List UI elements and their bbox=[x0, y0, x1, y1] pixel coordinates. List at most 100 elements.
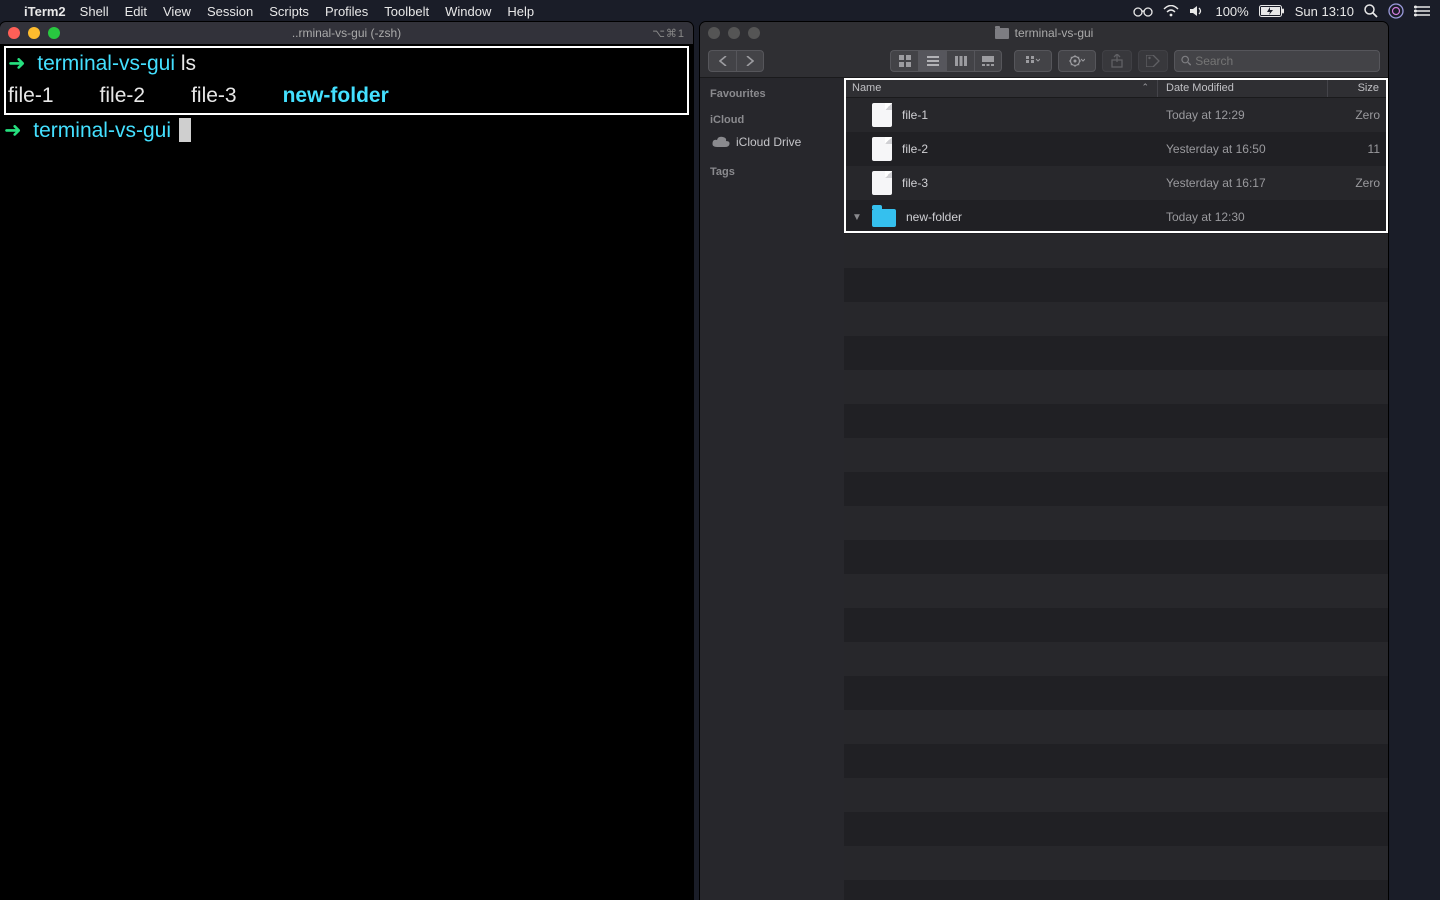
highlighted-output: ➜ terminal-vs-gui ls file-1 file-2 file-3 n… bbox=[4, 46, 689, 115]
ls-item: file-3 bbox=[191, 80, 237, 112]
file-icon bbox=[872, 171, 892, 195]
volume-icon[interactable] bbox=[1189, 5, 1205, 17]
ls-item: file-1 bbox=[8, 80, 54, 112]
table-row[interactable]: ▼file-2Yesterday at 16:5011 bbox=[844, 132, 1388, 166]
empty-row bbox=[844, 404, 1388, 438]
empty-row bbox=[844, 370, 1388, 404]
column-size[interactable]: Size bbox=[1328, 78, 1388, 97]
table-row[interactable]: ▼file-1Today at 12:29Zero bbox=[844, 98, 1388, 132]
folder-icon bbox=[995, 28, 1009, 39]
sidebar-tags-label: Tags bbox=[710, 166, 834, 178]
empty-row bbox=[844, 642, 1388, 676]
menu-help[interactable]: Help bbox=[507, 4, 534, 19]
wifi-icon[interactable] bbox=[1163, 5, 1179, 17]
sidebar-icloud-label: iCloud bbox=[710, 114, 834, 126]
search-field[interactable] bbox=[1174, 50, 1380, 72]
file-size: Zero bbox=[1328, 108, 1388, 122]
finder-sidebar: Favourites iCloud iCloud Drive Tags bbox=[700, 78, 844, 900]
view-icons-button[interactable] bbox=[890, 50, 918, 72]
share-button[interactable] bbox=[1102, 50, 1132, 72]
ls-item: file-2 bbox=[100, 80, 146, 112]
menu-edit[interactable]: Edit bbox=[125, 4, 147, 19]
cloud-icon bbox=[712, 136, 730, 148]
menu-toolbelt[interactable]: Toolbelt bbox=[384, 4, 429, 19]
empty-row bbox=[844, 268, 1388, 302]
prompt-cwd: terminal-vs-gui bbox=[33, 119, 171, 142]
file-icon bbox=[872, 137, 892, 161]
file-name: file-2 bbox=[902, 142, 928, 156]
folder-icon bbox=[872, 209, 896, 227]
empty-row bbox=[844, 846, 1388, 880]
column-name[interactable]: Name⌃ bbox=[844, 78, 1158, 97]
back-button[interactable] bbox=[708, 50, 736, 72]
menu-profiles[interactable]: Profiles bbox=[325, 4, 368, 19]
empty-row bbox=[844, 234, 1388, 268]
action-button[interactable] bbox=[1058, 50, 1096, 72]
empty-row bbox=[844, 574, 1388, 608]
view-list-button[interactable] bbox=[918, 50, 946, 72]
empty-row bbox=[844, 778, 1388, 812]
menu-window[interactable]: Window bbox=[445, 4, 491, 19]
glasses-icon[interactable] bbox=[1133, 5, 1153, 17]
empty-row bbox=[844, 302, 1388, 336]
terminal-window: ..rminal-vs-gui (-zsh) ⌥⌘1 ➜ terminal-vs… bbox=[0, 22, 693, 900]
menu-session[interactable]: Session bbox=[207, 4, 253, 19]
sidebar-item-icloud-drive[interactable]: iCloud Drive bbox=[710, 132, 834, 152]
cursor bbox=[179, 118, 191, 142]
tags-button[interactable] bbox=[1138, 50, 1168, 72]
empty-row bbox=[844, 676, 1388, 710]
spotlight-icon[interactable] bbox=[1364, 4, 1378, 18]
finder-filelist: Name⌃ Date Modified Size ▼file-1Today at… bbox=[844, 78, 1388, 900]
disclosure-triangle-icon[interactable]: ▼ bbox=[852, 212, 862, 223]
sidebar-item-label: iCloud Drive bbox=[736, 135, 801, 149]
file-size: Zero bbox=[1328, 176, 1388, 190]
ls-output: file-1 file-2 file-3 new-folder bbox=[8, 80, 685, 112]
ls-item: new-folder bbox=[283, 80, 389, 112]
forward-button[interactable] bbox=[736, 50, 764, 72]
terminal-title: ..rminal-vs-gui (-zsh) bbox=[0, 26, 693, 40]
table-row[interactable]: ▼ new-folder Today at 12:30 bbox=[844, 200, 1388, 234]
empty-row bbox=[844, 744, 1388, 778]
file-date: Today at 12:30 bbox=[1158, 210, 1328, 224]
view-gallery-button[interactable] bbox=[974, 50, 1002, 72]
view-columns-button[interactable] bbox=[946, 50, 974, 72]
finder-title: terminal-vs-gui bbox=[700, 26, 1388, 40]
empty-row bbox=[844, 336, 1388, 370]
clock[interactable]: Sun 13:10 bbox=[1295, 4, 1354, 19]
search-icon bbox=[1181, 55, 1191, 66]
battery-icon[interactable] bbox=[1259, 5, 1285, 17]
empty-row bbox=[844, 540, 1388, 574]
file-date: Yesterday at 16:50 bbox=[1158, 142, 1328, 156]
menu-scripts[interactable]: Scripts bbox=[269, 4, 309, 19]
prompt-line-1: ➜ terminal-vs-gui ls bbox=[8, 48, 685, 80]
file-date: Yesterday at 16:17 bbox=[1158, 176, 1328, 190]
terminal-body[interactable]: ➜ terminal-vs-gui ls file-1 file-2 file-3 n… bbox=[0, 44, 693, 149]
menubar: iTerm2 Shell Edit View Session Scripts Profil… bbox=[0, 0, 1440, 22]
empty-row bbox=[844, 438, 1388, 472]
group-by-button[interactable] bbox=[1014, 50, 1052, 72]
file-size: 11 bbox=[1328, 142, 1388, 156]
terminal-titlebar[interactable]: ..rminal-vs-gui (-zsh) ⌥⌘1 bbox=[0, 22, 693, 44]
empty-row bbox=[844, 506, 1388, 540]
menu-view[interactable]: View bbox=[163, 4, 191, 19]
file-date: Today at 12:29 bbox=[1158, 108, 1328, 122]
empty-row bbox=[844, 608, 1388, 642]
prompt-arrow: ➜ bbox=[4, 119, 22, 142]
file-name: new-folder bbox=[906, 210, 962, 224]
file-icon bbox=[872, 103, 892, 127]
search-input[interactable] bbox=[1195, 54, 1373, 68]
menu-shell[interactable]: Shell bbox=[80, 4, 109, 19]
prompt-line-2: ➜ terminal-vs-gui bbox=[4, 115, 689, 147]
list-header: Name⌃ Date Modified Size bbox=[844, 78, 1388, 98]
notification-center-icon[interactable] bbox=[1414, 5, 1430, 17]
table-row[interactable]: ▼file-3Yesterday at 16:17Zero bbox=[844, 166, 1388, 200]
app-name[interactable]: iTerm2 bbox=[24, 4, 66, 19]
empty-row bbox=[844, 710, 1388, 744]
sidebar-favourites-label: Favourites bbox=[710, 88, 834, 100]
empty-row bbox=[844, 880, 1388, 900]
finder-titlebar[interactable]: terminal-vs-gui bbox=[700, 22, 1388, 44]
siri-icon[interactable] bbox=[1388, 3, 1404, 19]
file-name: file-3 bbox=[902, 176, 928, 190]
column-date[interactable]: Date Modified bbox=[1158, 78, 1328, 97]
finder-toolbar bbox=[700, 44, 1388, 78]
